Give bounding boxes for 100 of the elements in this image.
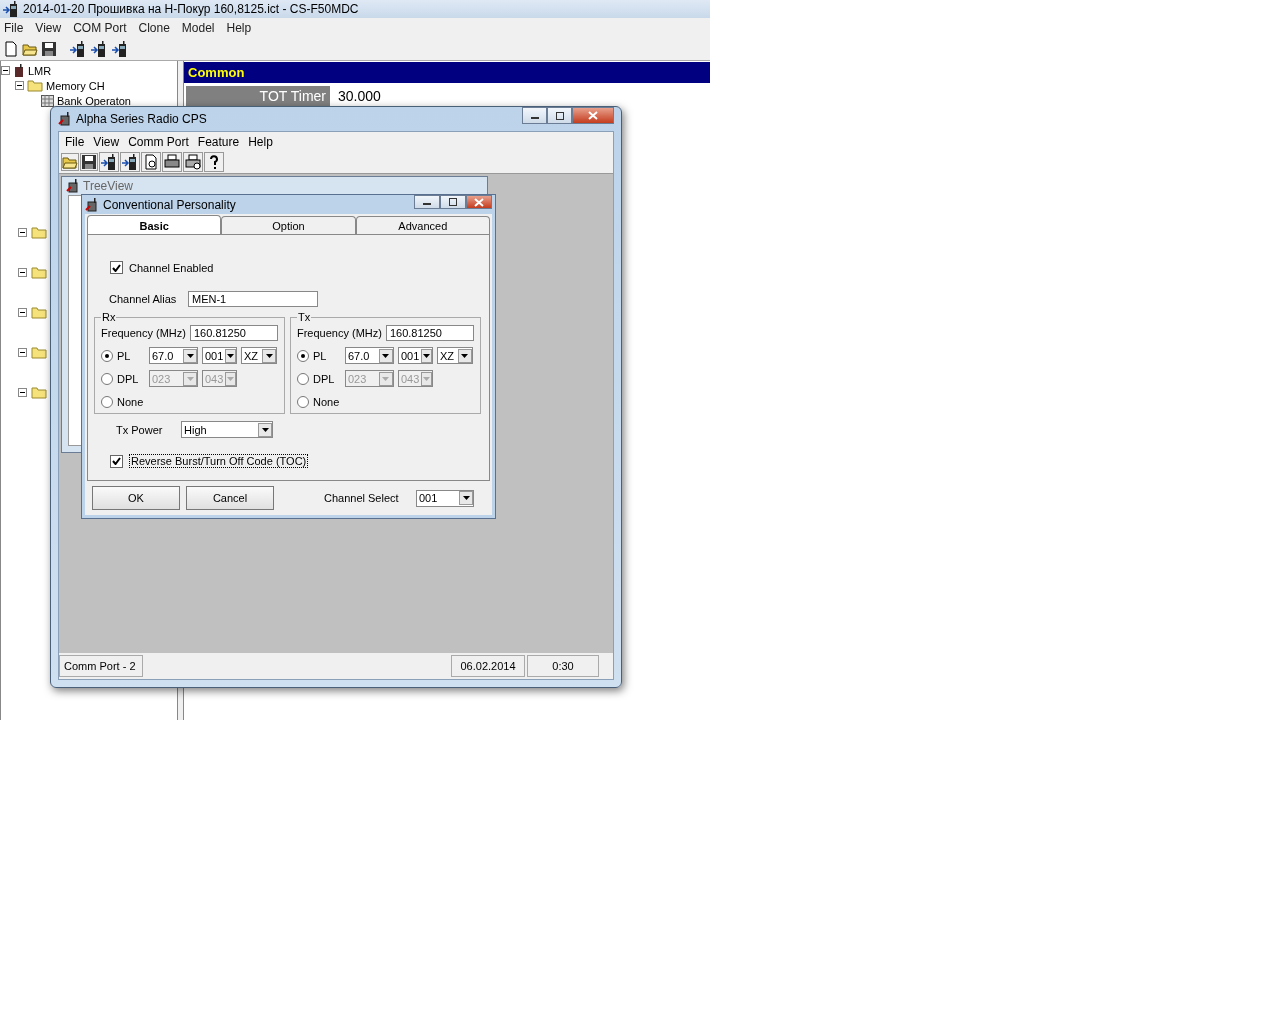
read-radio-icon[interactable] — [69, 40, 87, 58]
new-file-icon[interactable] — [3, 41, 19, 57]
open-folder-icon[interactable] — [61, 153, 79, 171]
frequency-field[interactable]: 160.81250 — [385, 325, 474, 341]
checkbox[interactable] — [110, 261, 123, 274]
maximize-button[interactable] — [547, 107, 572, 124]
dialog-button[interactable]: Cancel — [186, 486, 274, 510]
group-title: Rx — [101, 311, 117, 323]
dropdown[interactable]: High — [181, 421, 273, 438]
caret-icon — [461, 353, 469, 358]
radio-label: DPL — [117, 372, 140, 385]
dialog-button[interactable]: OK — [92, 486, 180, 510]
open-folder-icon[interactable] — [22, 41, 38, 57]
expander-icon[interactable] — [1, 66, 10, 75]
field-label: Tx Power — [116, 423, 164, 436]
maximize-button[interactable] — [440, 195, 466, 209]
menu-item[interactable]: Comm Port — [128, 134, 189, 149]
dropdown[interactable]: 001 — [397, 347, 433, 364]
tree-item[interactable]: Memory CH — [46, 79, 105, 92]
dropdown[interactable]: 67.0 — [344, 347, 394, 364]
caret-icon — [265, 353, 273, 358]
menu-item[interactable]: Feature — [197, 134, 240, 149]
printer-icon[interactable] — [162, 152, 182, 172]
dropdown[interactable]: XZ — [241, 347, 277, 364]
status-text: Comm Port - 2 — [59, 655, 143, 677]
caret-icon — [227, 353, 235, 358]
dropdown[interactable]: 001 — [202, 347, 237, 364]
menu-item[interactable]: Clone — [138, 21, 170, 35]
dropdown[interactable]: 67.0 — [149, 347, 198, 364]
radio-icon — [13, 64, 25, 77]
radio-button[interactable] — [101, 372, 113, 385]
menu-item[interactable]: COM Port — [73, 21, 127, 35]
radio-button[interactable] — [101, 395, 113, 408]
radio-button[interactable] — [296, 349, 309, 362]
menu-item[interactable]: File — [65, 134, 85, 149]
dropdown[interactable]: 001 — [416, 489, 474, 507]
menu-item[interactable]: File — [4, 21, 24, 35]
checkbox-label: Channel Enabled — [129, 261, 214, 274]
expander-icon[interactable] — [18, 228, 27, 237]
menu-item[interactable]: View — [93, 134, 120, 149]
hand-radio-icon — [85, 197, 99, 212]
window-title: 2014-01-20 Прошивка на Н-Покур 160,8125.ict - CS-F50MDC — [23, 2, 359, 16]
tab[interactable]: Basic — [87, 215, 222, 235]
close-button[interactable] — [572, 107, 614, 124]
radio-button[interactable] — [296, 395, 309, 408]
dropdown[interactable]: XZ — [436, 347, 473, 364]
hand-radio-icon — [58, 112, 72, 126]
window-title: Alpha Series Radio CPS — [76, 112, 208, 126]
expander-icon[interactable] — [18, 388, 27, 397]
folder-icon — [31, 266, 47, 279]
tree-item[interactable]: Bank Operaton — [57, 94, 131, 107]
minimize-button[interactable] — [522, 107, 547, 124]
tree-item[interactable]: LMR — [28, 64, 52, 77]
expander-icon[interactable] — [18, 308, 27, 317]
read-icon[interactable] — [99, 152, 119, 172]
field-label: Channel Alias — [109, 293, 178, 305]
menu-item[interactable]: View — [35, 21, 62, 35]
radio-label: None — [312, 395, 341, 408]
radio-label: PL — [312, 349, 328, 362]
alias-field[interactable]: MEN-1 — [188, 291, 318, 307]
tab[interactable]: Option — [221, 216, 356, 234]
folder-icon — [31, 306, 47, 319]
folder-icon — [31, 346, 47, 359]
status-text: 0:30 — [527, 655, 599, 677]
printer-icon[interactable] — [183, 152, 203, 172]
tab[interactable]: Advanced — [355, 216, 490, 234]
radio-label: PL — [117, 349, 132, 362]
radio-button[interactable] — [296, 372, 309, 385]
maximize-icon — [554, 111, 565, 120]
radio-icon[interactable] — [90, 40, 108, 58]
caret-icon — [423, 376, 431, 381]
expander-icon[interactable] — [18, 348, 27, 357]
checkbox[interactable] — [110, 454, 123, 468]
document-icon[interactable] — [141, 152, 161, 172]
folder-icon — [27, 79, 43, 92]
minimize-button[interactable] — [414, 195, 440, 209]
field-value: 30.000 — [337, 88, 381, 104]
floppy-icon[interactable] — [41, 41, 57, 57]
close-icon — [588, 111, 598, 120]
floppy-icon[interactable] — [80, 153, 98, 171]
menu-item[interactable]: Help — [226, 21, 252, 35]
field-label: TOT Timer — [186, 86, 330, 106]
help-icon[interactable] — [204, 152, 224, 172]
grid-icon — [41, 94, 54, 107]
radio-label: DPL — [312, 372, 336, 385]
write-radio-icon[interactable] — [111, 40, 129, 58]
folder-icon — [31, 386, 47, 399]
radio-app-icon[interactable] — [2, 0, 20, 18]
write-icon[interactable] — [120, 152, 140, 172]
caret-icon — [186, 353, 194, 358]
group-title: Tx — [296, 311, 312, 323]
expander-icon[interactable] — [15, 81, 24, 90]
expander-icon[interactable] — [18, 268, 27, 277]
caret-icon — [382, 353, 390, 358]
frequency-field[interactable]: 160.81250 — [189, 325, 278, 341]
radio-button[interactable] — [101, 349, 113, 362]
menu-item[interactable]: Model — [181, 21, 215, 35]
menu-item[interactable]: Help — [248, 134, 273, 149]
close-button[interactable] — [466, 195, 492, 209]
maximize-icon — [448, 198, 458, 206]
